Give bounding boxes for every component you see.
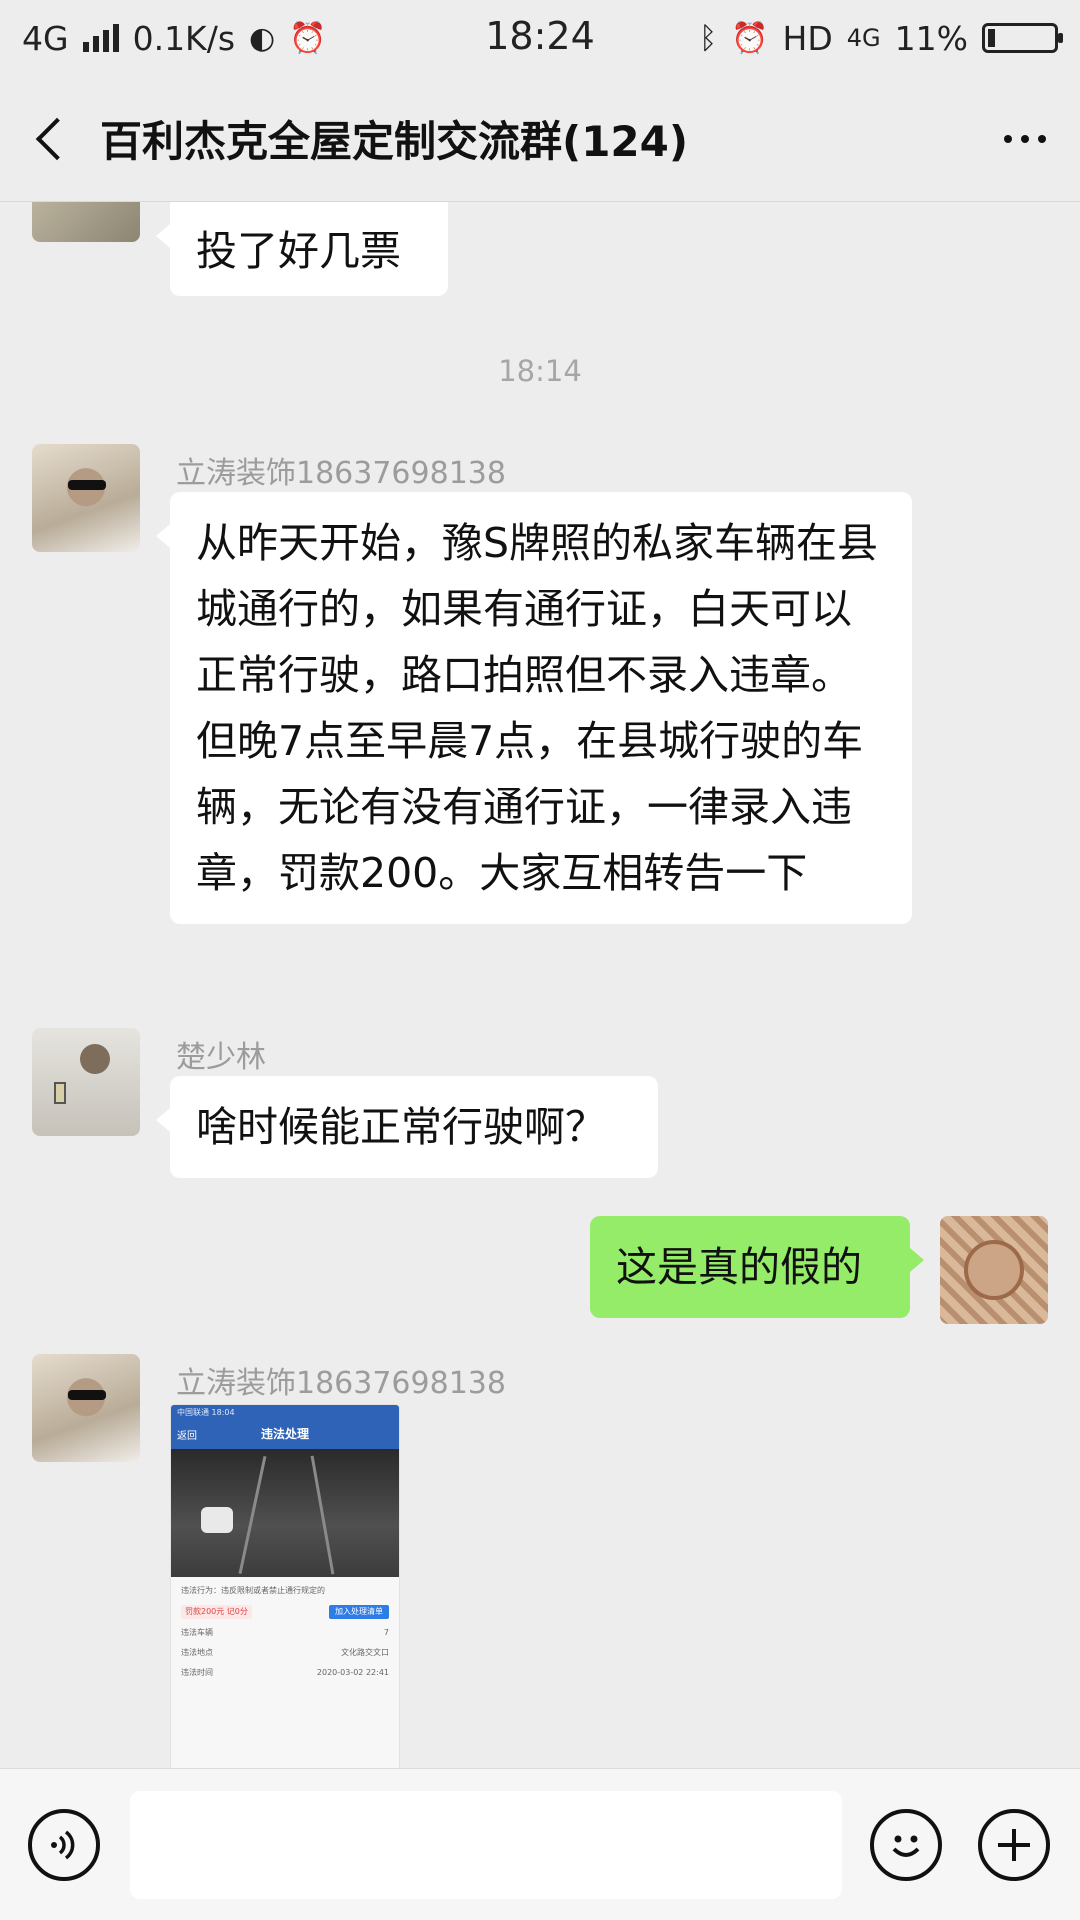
network-type: 4G	[22, 18, 69, 58]
violation-details: 违法行为：违反限制或者禁止通行规定的 罚款200元 记0分 加入处理清单 违法车…	[171, 1577, 399, 1695]
avatar-seal	[964, 1240, 1024, 1300]
battery-percent: 11%	[894, 18, 968, 58]
alarm-icon: ⏰	[289, 20, 327, 56]
detail-row: 违法车辆 7	[181, 1627, 389, 1639]
screenshot-title: 违法处理	[260, 1427, 309, 1441]
fine-badge: 罚款200元 记0分	[181, 1605, 252, 1619]
emoji-button[interactable]	[870, 1809, 942, 1881]
message-bubble[interactable]: 从昨天开始，豫S牌照的私家车辆在县城通行的，如果有通行证，白天可以正常行驶，路口…	[156, 492, 912, 924]
network-speed: 0.1K/s	[132, 18, 236, 58]
screenshot-status-bar: 中国联通 18:04	[177, 1408, 235, 1417]
message-timestamp: 18:14	[498, 354, 582, 388]
fine-row: 罚款200元 记0分 加入处理清单	[181, 1605, 389, 1619]
violation-label: 违法行为：违反限制或者禁止通行规定的	[181, 1586, 325, 1595]
traffic-photo	[171, 1449, 399, 1577]
more-dot	[1021, 134, 1029, 143]
network-type-right: 4G	[846, 24, 881, 52]
back-chevron-icon	[35, 117, 79, 160]
status-bar: 4G 0.1K/s ◐ ⏰ 18:24 ᛒ ⏰ HD 4G 11%	[0, 0, 1080, 76]
chat-message-list[interactable]: 投了好几票 18:14 立涛装饰18637698138 从昨天开始，豫S牌照的私…	[0, 202, 1080, 1768]
sent-message-bubble[interactable]: 这是真的假的	[590, 1216, 924, 1318]
hd-label: HD	[782, 18, 833, 58]
avatar[interactable]	[32, 202, 140, 242]
avatar-glasses	[68, 480, 106, 490]
alarm-icon-right: ⏰	[731, 20, 769, 56]
detail-value: 2020-03-02 22:41	[316, 1668, 389, 1677]
sender-name: 立涛装饰18637698138	[176, 456, 506, 491]
plus-icon	[998, 1829, 1030, 1861]
avatar-lamp	[54, 1082, 66, 1104]
battery-fill	[988, 29, 995, 47]
lane-line	[238, 1455, 267, 1575]
image-message[interactable]: 中国联通 18:04 返回 违法处理 违法行为：违反限制或者禁止通行规定的 罚款…	[170, 1404, 400, 1768]
add-to-list-button: 加入处理清单	[329, 1605, 389, 1619]
more-dot	[1038, 134, 1046, 143]
voice-button[interactable]	[28, 1809, 100, 1881]
detail-value: 文化路交文口	[341, 1648, 389, 1657]
detail-label: 违法时间	[181, 1668, 213, 1677]
avatar[interactable]	[32, 1354, 140, 1462]
status-left: 4G 0.1K/s ◐ ⏰	[22, 19, 327, 58]
detail-label: 违法车辆	[181, 1628, 213, 1637]
more-options-button[interactable]	[970, 76, 1080, 202]
message-text: 啥时候能正常行驶啊？	[196, 1103, 606, 1151]
message-text: 这是真的假的	[616, 1243, 862, 1291]
message-bubble[interactable]: 啥时候能正常行驶啊？	[156, 1076, 658, 1178]
signal-icon	[82, 24, 119, 52]
avatar-glasses	[68, 1390, 106, 1400]
battery-icon	[982, 23, 1063, 53]
detail-row: 违法时间 2020-03-02 22:41	[181, 1667, 389, 1679]
my-avatar[interactable]	[940, 1216, 1048, 1324]
avatar-figure	[80, 1044, 110, 1074]
message-text: 投了好几票	[196, 227, 401, 275]
message-text: 从昨天开始，豫S牌照的私家车辆在县城通行的，如果有通行证，白天可以正常行驶，路口…	[196, 519, 879, 897]
vpn-icon: ◐	[249, 20, 276, 56]
car-image	[201, 1507, 233, 1533]
bluetooth-icon: ᛒ	[699, 20, 718, 56]
status-right: ᛒ ⏰ HD 4G 11%	[699, 18, 1063, 58]
avatar[interactable]	[32, 1028, 140, 1136]
detail-value: 7	[383, 1628, 389, 1637]
sender-name: 立涛装饰18637698138	[176, 1366, 506, 1401]
message-input[interactable]	[130, 1791, 842, 1899]
emoji-icon	[892, 1835, 920, 1857]
input-bar	[0, 1768, 1080, 1920]
detail-row: 违法地点 文化路交文口	[181, 1647, 389, 1659]
violation-row: 违法行为：违反限制或者禁止通行规定的	[181, 1585, 389, 1597]
back-button[interactable]	[0, 76, 100, 202]
add-attachment-button[interactable]	[978, 1809, 1050, 1881]
chat-header: 百利杰克全屋定制交流群(124)	[0, 76, 1080, 202]
avatar[interactable]	[32, 444, 140, 552]
voice-icon	[51, 1830, 75, 1860]
lane-line	[310, 1455, 335, 1575]
message-bubble[interactable]: 投了好几票	[156, 202, 448, 296]
more-dots-icon	[1004, 134, 1012, 143]
detail-label: 违法地点	[181, 1648, 213, 1657]
chat-title: 百利杰克全屋定制交流群(124)	[100, 117, 689, 166]
sender-name: 楚少林	[176, 1040, 266, 1075]
screenshot-header: 中国联通 18:04 返回 违法处理	[171, 1405, 399, 1449]
